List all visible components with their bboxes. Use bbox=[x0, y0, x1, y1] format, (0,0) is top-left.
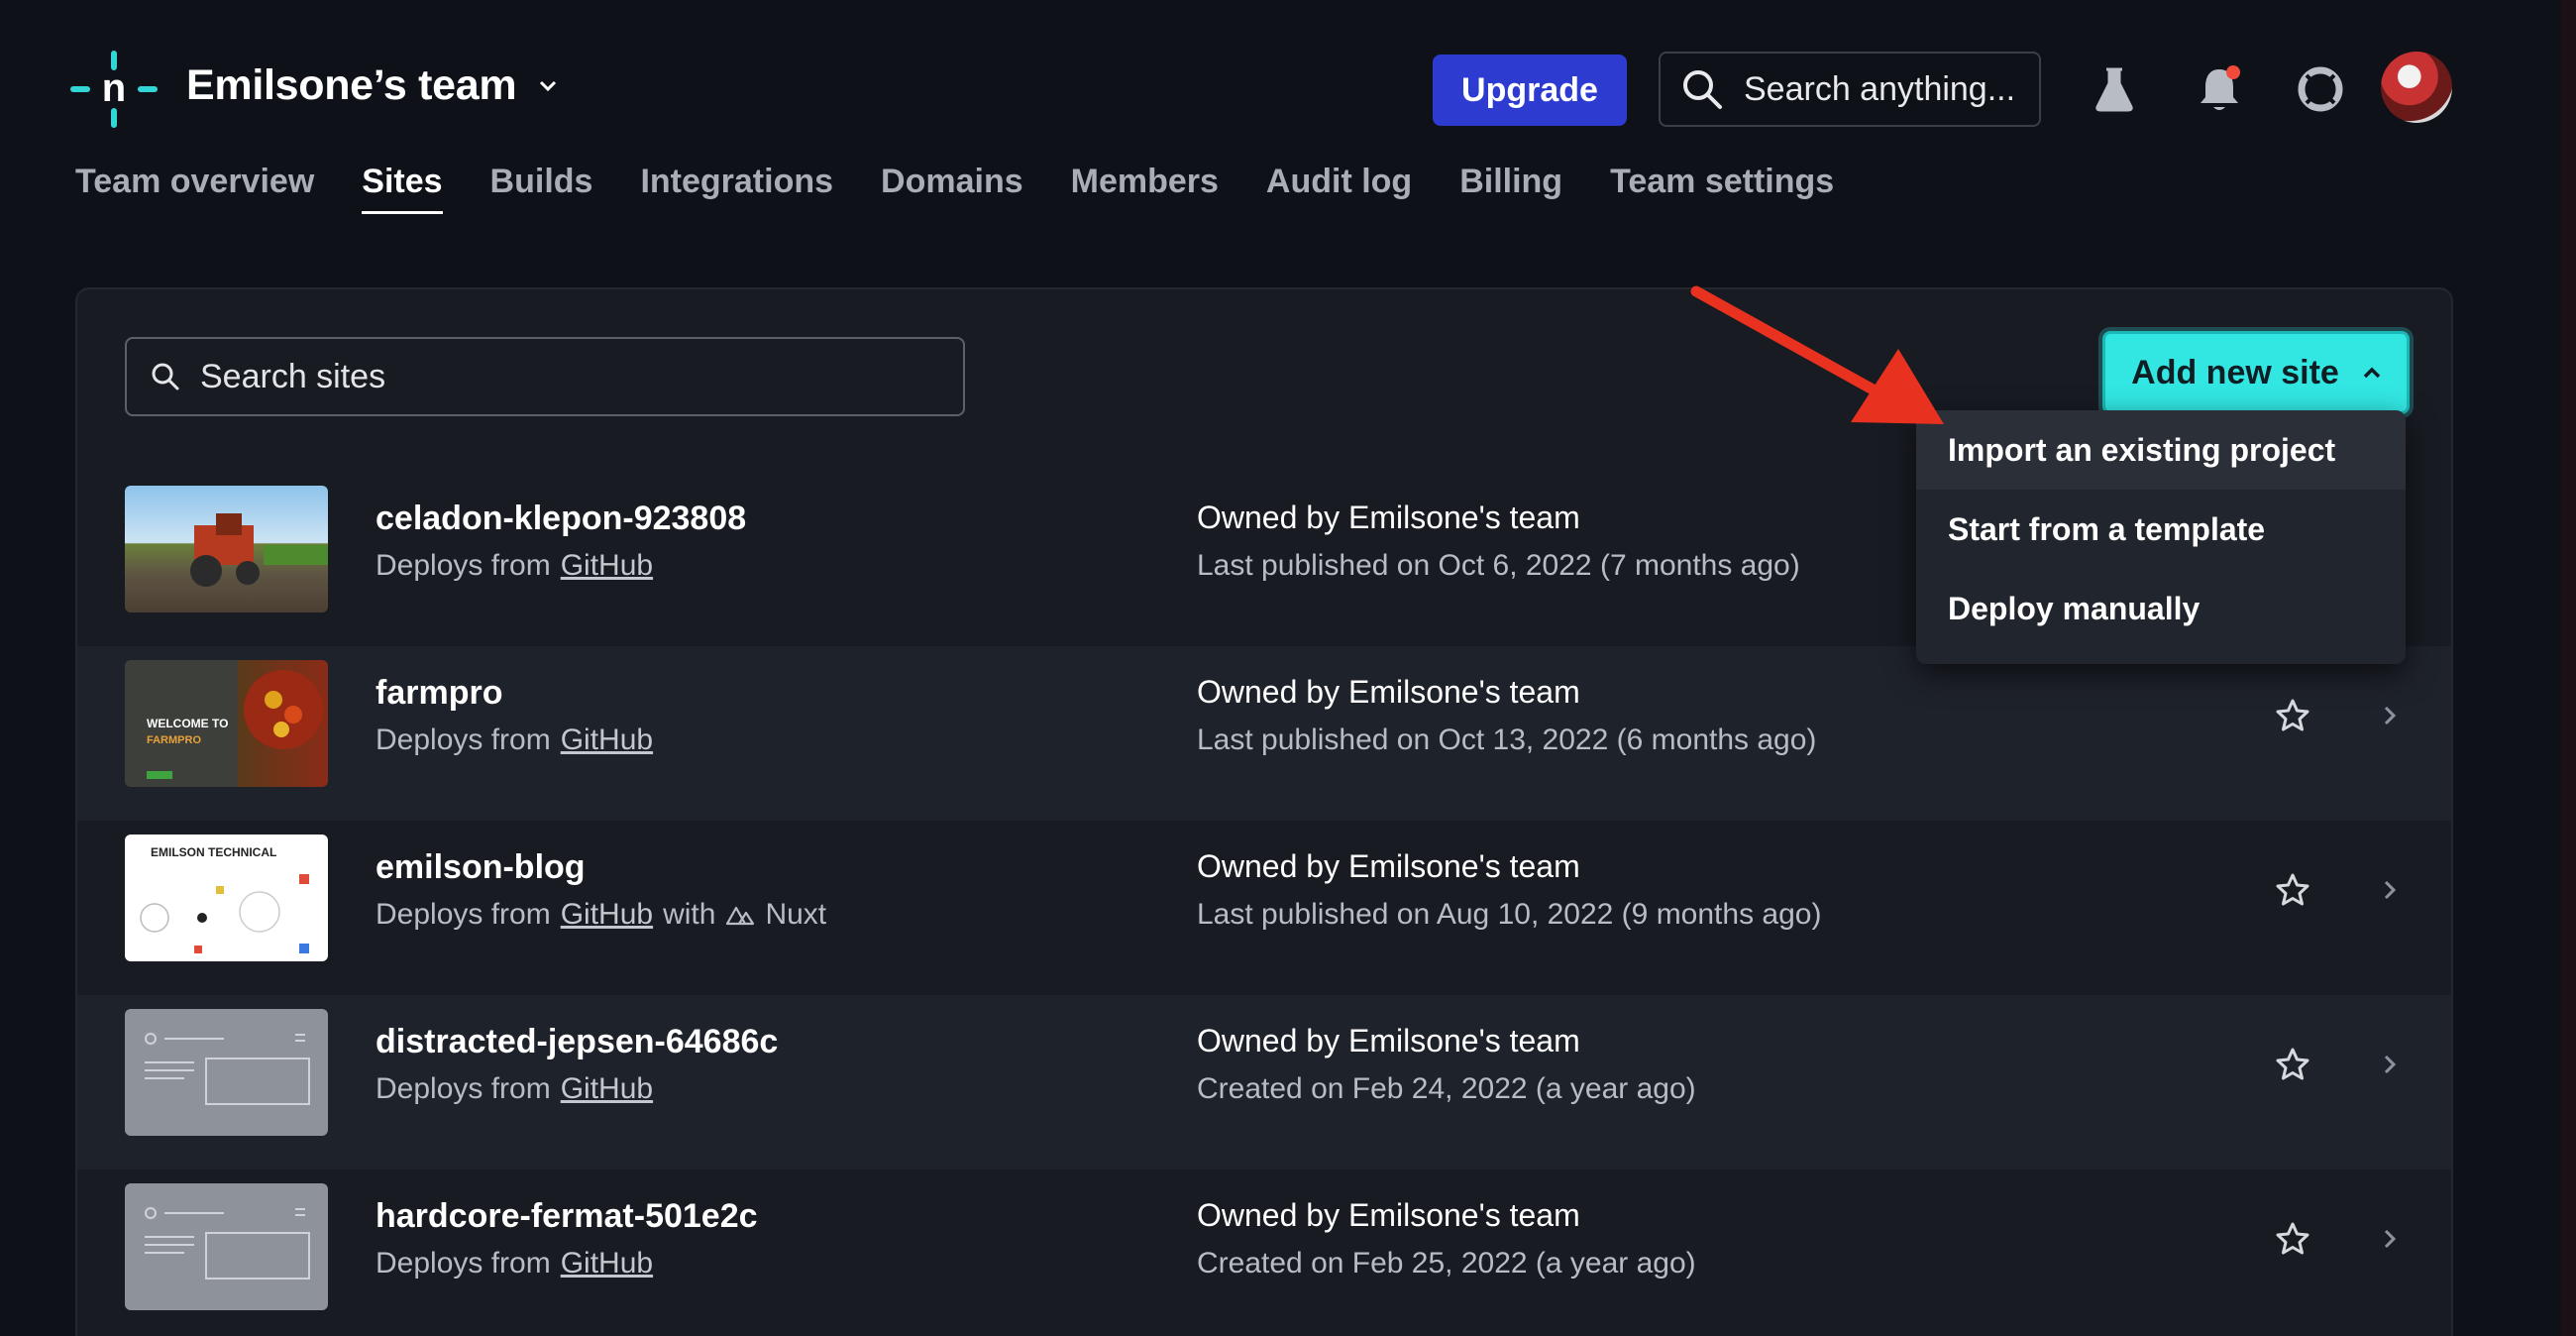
tractor-image bbox=[190, 513, 328, 587]
menu-item-start-from-template[interactable]: Start from a template bbox=[1916, 490, 2406, 569]
site-owner: Owned by Emilsone's team bbox=[1197, 1023, 1580, 1058]
site-date: Last published on Oct 6, 2022 (7 months … bbox=[1197, 549, 1800, 582]
tab-audit-log[interactable]: Audit log bbox=[1266, 163, 1412, 214]
deploy-source: Deploys from GitHub bbox=[376, 724, 653, 757]
github-link[interactable]: GitHub bbox=[561, 898, 653, 932]
labs-flask-icon[interactable] bbox=[2085, 59, 2144, 119]
add-new-site-label: Add new site bbox=[2131, 353, 2339, 391]
site-thumbnail bbox=[125, 1183, 328, 1310]
deploys-from-label: Deploys from bbox=[376, 898, 551, 931]
site-thumbnail bbox=[125, 1009, 328, 1136]
site-owner: Owned by Emilsone's team bbox=[1197, 500, 1580, 535]
placeholder-preview-image bbox=[145, 1033, 310, 1105]
deploys-from-label: Deploys from bbox=[376, 1247, 551, 1280]
site-row[interactable]: EMILSON TECHNICAL emilson-blog Deploys f… bbox=[77, 821, 2451, 995]
deploy-source: Deploys from GitHub bbox=[376, 1247, 653, 1280]
menu-item-import-existing-project[interactable]: Import an existing project bbox=[1916, 410, 2406, 490]
menu-item-deploy-manually[interactable]: Deploy manually bbox=[1916, 569, 2406, 648]
deploy-source: Deploys from GitHub bbox=[376, 1072, 653, 1106]
chevron-right-icon[interactable] bbox=[2382, 704, 2398, 727]
github-link[interactable]: GitHub bbox=[561, 724, 653, 757]
team-name-label: Emilsone’s team bbox=[186, 61, 517, 109]
annotation-arrow bbox=[1690, 285, 1944, 424]
site-date: Last published on Aug 10, 2022 (9 months… bbox=[1197, 898, 1822, 931]
nuxt-icon bbox=[726, 906, 755, 926]
deploys-from-label: Deploys from bbox=[376, 549, 551, 582]
notification-dot bbox=[2226, 65, 2240, 79]
site-thumbnail: WELCOME TO FARMPRO bbox=[125, 660, 328, 787]
star-favorite-icon[interactable] bbox=[2275, 1221, 2310, 1257]
site-owner: Owned by Emilsone's team bbox=[1197, 848, 1580, 884]
deploys-from-label: Deploys from bbox=[376, 724, 551, 756]
global-search-input[interactable]: Search anything... bbox=[1659, 52, 2041, 127]
site-name[interactable]: distracted-jepsen-64686c bbox=[376, 1023, 778, 1061]
team-nav-tabs: Team overview Sites Builds Integrations … bbox=[75, 163, 1834, 214]
farmpro-preview-image: WELCOME TO FARMPRO bbox=[147, 670, 323, 779]
star-favorite-icon[interactable] bbox=[2275, 872, 2310, 908]
search-icon bbox=[152, 363, 179, 390]
tab-integrations[interactable]: Integrations bbox=[640, 163, 833, 214]
top-bar: n Emilsone’s team Upgrade Search anythin… bbox=[0, 0, 2561, 149]
tab-team-overview[interactable]: Team overview bbox=[75, 163, 314, 214]
farmpro-brand: FARMPRO bbox=[147, 734, 201, 746]
window-edge bbox=[2561, 0, 2576, 1336]
farmpro-heading: WELCOME TO bbox=[147, 717, 228, 730]
site-date: Last published on Oct 13, 2022 (6 months… bbox=[1197, 724, 1817, 756]
deploy-source: Deploys from GitHub bbox=[376, 549, 653, 583]
star-favorite-icon[interactable] bbox=[2275, 1047, 2310, 1082]
add-site-dropdown-menu: Import an existing project Start from a … bbox=[1916, 410, 2406, 664]
search-sites-placeholder: Search sites bbox=[200, 357, 386, 395]
netlify-logo-icon[interactable]: n bbox=[69, 50, 159, 129]
team-switcher[interactable]: Emilsone’s team bbox=[186, 61, 558, 110]
github-link[interactable]: GitHub bbox=[561, 1072, 653, 1106]
site-name[interactable]: celadon-klepon-923808 bbox=[376, 500, 746, 538]
site-name[interactable]: emilson-blog bbox=[376, 848, 586, 887]
site-name[interactable]: hardcore-fermat-501e2c bbox=[376, 1197, 758, 1236]
site-row[interactable]: hardcore-fermat-501e2c Deploys from GitH… bbox=[77, 1169, 2451, 1336]
chevron-down-icon bbox=[540, 80, 557, 91]
notifications-bell-icon[interactable] bbox=[2190, 59, 2249, 119]
site-date: Created on Feb 25, 2022 (a year ago) bbox=[1197, 1247, 1696, 1280]
upgrade-button[interactable]: Upgrade bbox=[1433, 55, 1627, 126]
chevron-right-icon[interactable] bbox=[2382, 878, 2398, 902]
user-avatar[interactable] bbox=[2381, 52, 2452, 123]
placeholder-preview-image bbox=[145, 1207, 310, 1280]
global-search-placeholder: Search anything... bbox=[1744, 69, 2016, 108]
chevron-up-icon bbox=[2363, 367, 2381, 379]
tab-sites[interactable]: Sites bbox=[362, 163, 443, 214]
deploys-from-label: Deploys from bbox=[376, 1072, 551, 1105]
blog-title: EMILSON TECHNICAL bbox=[151, 845, 276, 859]
chevron-right-icon[interactable] bbox=[2382, 1227, 2398, 1251]
add-new-site-button[interactable]: Add new site bbox=[2102, 331, 2410, 414]
tab-builds[interactable]: Builds bbox=[490, 163, 593, 214]
search-icon bbox=[1683, 70, 1722, 109]
site-row[interactable]: distracted-jepsen-64686c Deploys from Gi… bbox=[77, 995, 2451, 1169]
star-favorite-icon[interactable] bbox=[2275, 698, 2310, 733]
tab-billing[interactable]: Billing bbox=[1459, 163, 1562, 214]
search-sites-input[interactable]: Search sites bbox=[125, 337, 965, 416]
chevron-right-icon[interactable] bbox=[2382, 1053, 2398, 1076]
tab-team-settings[interactable]: Team settings bbox=[1610, 163, 1834, 214]
site-name[interactable]: farmpro bbox=[376, 674, 502, 713]
github-link[interactable]: GitHub bbox=[561, 1247, 653, 1280]
tab-domains[interactable]: Domains bbox=[881, 163, 1023, 214]
site-owner: Owned by Emilsone's team bbox=[1197, 674, 1580, 710]
site-thumbnail bbox=[125, 486, 328, 612]
blog-preview-image: EMILSON TECHNICAL bbox=[140, 845, 309, 953]
framework-label: Nuxt bbox=[765, 898, 827, 931]
site-date: Created on Feb 24, 2022 (a year ago) bbox=[1197, 1072, 1696, 1105]
site-thumbnail: EMILSON TECHNICAL bbox=[125, 835, 328, 961]
tab-members[interactable]: Members bbox=[1071, 163, 1219, 214]
site-row[interactable]: WELCOME TO FARMPRO farmpro Deploys from … bbox=[77, 646, 2451, 821]
with-label: with bbox=[663, 898, 716, 931]
site-owner: Owned by Emilsone's team bbox=[1197, 1197, 1580, 1233]
help-lifebuoy-icon[interactable] bbox=[2291, 59, 2350, 119]
github-link[interactable]: GitHub bbox=[561, 549, 653, 583]
svg-text:n: n bbox=[102, 66, 126, 110]
deploy-source: Deploys from GitHub with Nuxt bbox=[376, 898, 826, 932]
